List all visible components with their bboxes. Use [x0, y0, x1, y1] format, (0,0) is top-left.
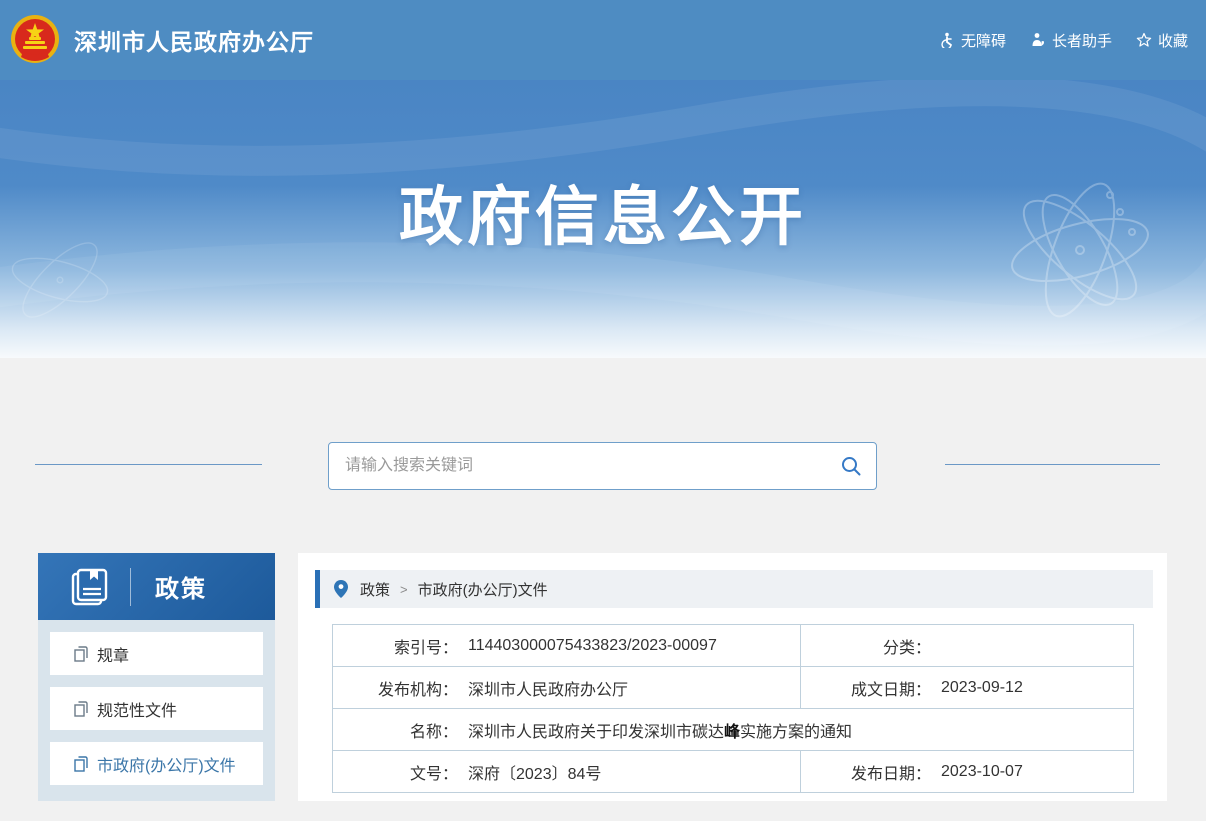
document-name-value: 深圳市人民政府关于印发深圳市碳达峰实施方案的通知	[468, 718, 852, 742]
highlighted-character: 峰	[724, 724, 740, 741]
site-title: 深圳市人民政府办公厅	[74, 23, 314, 57]
sidebar-header: 政策	[38, 553, 275, 620]
content-area: 政策 规章 规范性文件	[0, 553, 1206, 801]
search-input[interactable]	[329, 443, 826, 489]
search-button[interactable]	[826, 443, 876, 489]
sidebar-item-regulations[interactable]: 规章	[50, 632, 263, 675]
accessibility-label: 无障碍	[961, 30, 1006, 51]
elder-assist-link[interactable]: 长者助手	[1030, 30, 1112, 51]
accessibility-link[interactable]: 无障碍	[939, 30, 1006, 51]
page-banner: 政府信息公开	[0, 80, 1206, 358]
sidebar: 政策 规章 规范性文件	[38, 553, 275, 801]
location-pin-icon	[334, 580, 348, 598]
sidebar-item-normative-documents[interactable]: 规范性文件	[50, 687, 263, 730]
topbar-links: 无障碍 长者助手 收藏	[939, 30, 1188, 51]
search-icon	[840, 455, 862, 477]
sidebar-header-divider	[130, 568, 131, 606]
elder-assist-label: 长者助手	[1052, 30, 1112, 51]
breadcrumb-separator: >	[400, 582, 408, 597]
file-icon	[74, 756, 89, 772]
breadcrumb: 政策 > 市政府(办公厅)文件	[315, 570, 1153, 608]
table-row: 发布机构： 深圳市人民政府办公厅 成文日期： 2023-09-12	[333, 667, 1134, 709]
index-number-label: 索引号：	[333, 634, 458, 658]
index-number-value: 114403000075433823/2023-00097	[468, 637, 717, 655]
written-date-value: 2023-09-12	[941, 679, 1023, 697]
top-header-bar: 深圳市人民政府办公厅 无障碍 长者助手 收藏	[0, 0, 1206, 80]
document-number-label: 文号：	[333, 760, 458, 784]
search-box	[328, 442, 877, 490]
accessibility-icon	[939, 32, 955, 48]
table-row: 名称： 深圳市人民政府关于印发深圳市碳达峰实施方案的通知	[333, 709, 1134, 751]
search-section	[0, 358, 1206, 553]
favorite-label: 收藏	[1158, 30, 1188, 51]
right-decorative-line	[945, 464, 1160, 465]
publish-date-value: 2023-10-07	[941, 763, 1023, 781]
sidebar-item-label: 规范性文件	[97, 697, 177, 721]
book-icon	[66, 565, 110, 609]
file-icon	[74, 701, 89, 717]
page-title: 政府信息公开	[0, 80, 1206, 258]
document-name-label: 名称：	[333, 718, 458, 742]
favorite-link[interactable]: 收藏	[1136, 30, 1188, 51]
sidebar-header-label: 政策	[155, 569, 207, 604]
sidebar-item-label: 规章	[97, 642, 129, 666]
national-emblem-logo	[8, 13, 62, 67]
document-number-value: 深府〔2023〕84号	[468, 760, 601, 784]
written-date-label: 成文日期：	[801, 676, 931, 700]
sidebar-item-municipal-documents[interactable]: 市政府(办公厅)文件	[50, 742, 263, 785]
sidebar-item-label: 市政府(办公厅)文件	[97, 752, 236, 776]
star-icon	[1136, 32, 1152, 48]
category-label: 分类：	[801, 634, 931, 658]
left-decorative-line	[35, 464, 262, 465]
table-row: 索引号： 114403000075433823/2023-00097 分类：	[333, 625, 1134, 667]
issuing-agency-value: 深圳市人民政府办公厅	[468, 676, 628, 700]
breadcrumb-current[interactable]: 市政府(办公厅)文件	[418, 579, 548, 600]
table-row: 文号： 深府〔2023〕84号 发布日期： 2023-10-07	[333, 751, 1134, 793]
elder-assist-icon	[1030, 32, 1046, 48]
issuing-agency-label: 发布机构：	[333, 676, 458, 700]
publish-date-label: 发布日期：	[801, 760, 931, 784]
main-panel: 政策 > 市政府(办公厅)文件 索引号： 114403000075433823/…	[298, 553, 1167, 801]
sidebar-menu: 规章 规范性文件 市政府(办公厅)文件	[38, 620, 275, 801]
file-icon	[74, 646, 89, 662]
document-info-table: 索引号： 114403000075433823/2023-00097 分类： 发…	[332, 624, 1134, 793]
breadcrumb-policy[interactable]: 政策	[360, 579, 390, 600]
